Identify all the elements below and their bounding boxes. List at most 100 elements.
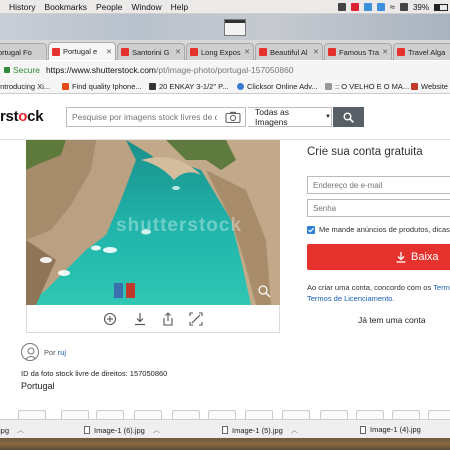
tray-dropbox-icon[interactable] (364, 3, 373, 11)
keyword-tag[interactable] (320, 410, 348, 419)
download-item-2[interactable]: Image-1 (6).jpg ︿ (84, 425, 160, 435)
download-icon[interactable] (133, 312, 147, 326)
shutterstock-logo[interactable]: rstock (0, 108, 44, 125)
close-icon[interactable]: ✕ (173, 48, 181, 56)
keyword-tag[interactable] (428, 410, 450, 419)
close-icon[interactable]: ✕ (311, 48, 319, 56)
avatar[interactable] (21, 343, 39, 361)
bookmark-4-label: Clicksor Online Adv... (247, 82, 318, 91)
wifi-icon[interactable]: ≈ (390, 2, 395, 12)
bookmark-2[interactable]: Find quality Iphone... (62, 82, 142, 91)
terms-text-line1: Ao criar uma conta, concordo com os (307, 283, 434, 292)
keyword-tag[interactable] (172, 410, 200, 419)
menu-bookmarks[interactable]: Bookmarks (44, 2, 87, 12)
close-icon[interactable]: ✕ (104, 48, 112, 56)
battery-icon[interactable] (434, 3, 448, 11)
download-button-label: Baixa (411, 251, 439, 263)
add-to-collection-icon[interactable] (103, 312, 117, 326)
menu-bar: History Bookmarks People Window Help ≈ 3… (0, 0, 450, 14)
password-field[interactable] (307, 199, 450, 217)
bookmark-6[interactable]: Website R (411, 82, 450, 91)
download-item-1-label: jpg (0, 425, 10, 435)
edit-crop-icon[interactable] (189, 312, 203, 326)
logo-text-o: o (18, 108, 28, 125)
already-have-account-link[interactable]: Já tem uma conta (358, 315, 426, 325)
tab-6-label: Famous Tra (339, 47, 380, 57)
search-scope-select[interactable]: Todas as Imagens ▼ (248, 107, 332, 127)
keyword-tags-strip (0, 409, 450, 419)
keyword-tag[interactable] (392, 410, 420, 419)
tray-flag-icon[interactable] (351, 3, 360, 11)
site-header: rstock Todas as Imagens ▼ (0, 94, 450, 140)
chevron-up-icon[interactable]: ︿ (291, 425, 298, 435)
download-button[interactable]: Baixa (307, 244, 450, 270)
tab-7[interactable]: Travel Alga (393, 43, 450, 60)
menu-window[interactable]: Window (131, 2, 161, 12)
keyword-tag[interactable] (96, 410, 124, 419)
bookmark-favicon-icon (237, 83, 244, 90)
menu-history[interactable]: History (9, 2, 35, 12)
marketing-checkbox[interactable] (307, 226, 315, 234)
tray-app-icon-2[interactable] (377, 3, 386, 11)
download-item-1[interactable]: jpg ︿ (0, 425, 24, 435)
battery-percent: 39% (412, 2, 429, 12)
download-item-3[interactable]: Image-1 (5).jpg ︿ (222, 425, 298, 435)
file-icon (222, 426, 228, 434)
tab-6[interactable]: Famous Tra ✕ (324, 43, 392, 60)
search-scope-label: Todas as Imagens (255, 107, 290, 127)
terms-link[interactable]: Termos de (433, 283, 450, 292)
status-tray: ≈ 39% (338, 0, 448, 14)
keyword-tag[interactable] (282, 410, 310, 419)
email-field[interactable] (307, 176, 450, 194)
search-box (66, 107, 246, 127)
download-item-4[interactable]: Image-1 (4).jpg (360, 425, 421, 434)
search-icon (343, 112, 354, 123)
tab-3-label: Santorini G (132, 47, 170, 57)
tab-1[interactable]: ortugal Fo (0, 43, 47, 60)
downloads-bar: jpg ︿ Image-1 (6).jpg ︿ Image-1 (5).jpg … (0, 419, 450, 438)
volume-icon[interactable] (399, 3, 408, 11)
license-terms-link[interactable]: Termos de Licenciamento. (307, 294, 395, 303)
desktop-background (0, 14, 450, 40)
keyword-tag[interactable] (208, 410, 236, 419)
search-input[interactable] (67, 112, 217, 122)
image-toolbar (26, 305, 280, 333)
search-button[interactable] (333, 107, 364, 127)
menu-people[interactable]: People (96, 2, 122, 12)
bookmark-1[interactable]: Introducing Xi... (0, 82, 50, 91)
tab-3[interactable]: Santorini G ✕ (117, 43, 185, 60)
author-prefix: Por (44, 348, 58, 357)
keyword-tag[interactable] (134, 410, 162, 419)
tab-2-active[interactable]: Portugal e ✕ (48, 42, 116, 60)
logo-text-prefix: rst (0, 108, 19, 125)
keyword-tag[interactable] (18, 410, 46, 419)
share-icon[interactable] (161, 312, 175, 326)
close-icon[interactable]: ✕ (380, 48, 388, 56)
lock-icon (4, 67, 10, 73)
address-bar[interactable]: Secure https://www.shutterstock.com/pt/i… (0, 61, 450, 79)
bookmark-6-label: Website R (421, 82, 450, 91)
bookmarks-bar: Introducing Xi... Find quality Iphone...… (0, 79, 450, 94)
tray-app-icon[interactable] (338, 3, 347, 11)
tab-5-label: Beautiful Al (270, 47, 308, 57)
chevron-up-icon[interactable]: ︿ (17, 425, 24, 435)
chevron-up-icon[interactable]: ︿ (153, 425, 160, 435)
bookmark-3-label: 20 ENKAY 3-1/2" P... (159, 82, 229, 91)
tab-1-label: ortugal Fo (0, 47, 32, 57)
bookmark-4[interactable]: Clicksor Online Adv... (237, 82, 318, 91)
close-icon[interactable]: ✕ (242, 48, 250, 56)
keyword-tag[interactable] (61, 410, 89, 419)
camera-search-icon[interactable] (225, 111, 241, 123)
bookmark-3[interactable]: 20 ENKAY 3-1/2" P... (149, 82, 228, 91)
keyword-tag[interactable] (245, 410, 273, 419)
menu-help[interactable]: Help (171, 2, 188, 12)
bookmark-5[interactable]: :: O VELHO E O MA... (325, 82, 409, 91)
download-icon (396, 252, 406, 263)
keyword-tag[interactable] (356, 410, 384, 419)
tab-5[interactable]: Beautiful Al ✕ (255, 43, 323, 60)
stock-photo[interactable]: shutterstock (26, 140, 280, 305)
tab-4[interactable]: Long Expos ✕ (186, 43, 254, 60)
author-name-link[interactable]: ruj (58, 348, 66, 357)
bookmark-5-label: :: O VELHO E O MA... (335, 82, 410, 91)
file-icon (84, 426, 90, 434)
